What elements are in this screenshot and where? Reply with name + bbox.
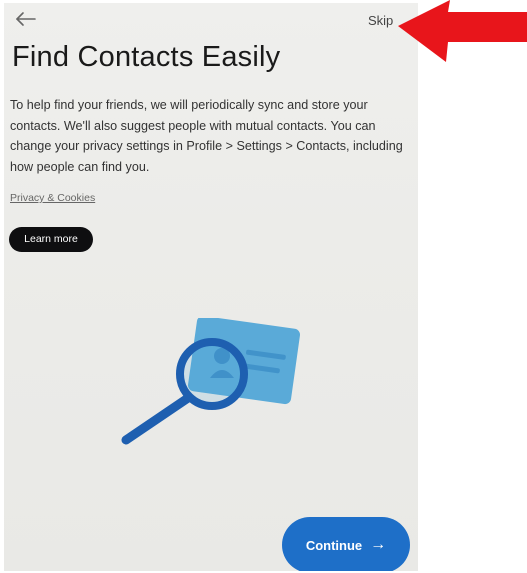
continue-label: Continue: [305, 537, 363, 553]
description-text: To help find your friends, we will perio…: [10, 98, 403, 174]
contact-search-illustration: [121, 318, 301, 445]
annotation-pointer-arrow: [398, 0, 527, 62]
privacy-cookies-link[interactable]: Privacy & Cookies: [10, 192, 95, 204]
page-title: Find Contacts Easily: [12, 41, 281, 73]
back-arrow-icon[interactable]: [13, 9, 39, 29]
continue-button[interactable]: Continue →: [282, 517, 410, 571]
skip-button[interactable]: Skip: [368, 13, 393, 28]
learn-more-button[interactable]: Learn more: [9, 227, 93, 252]
magnifier-icon: [121, 338, 248, 445]
screen: Skip Find Contacts Easily To help find y…: [4, 3, 418, 571]
arrow-right-icon: →: [370, 536, 387, 553]
